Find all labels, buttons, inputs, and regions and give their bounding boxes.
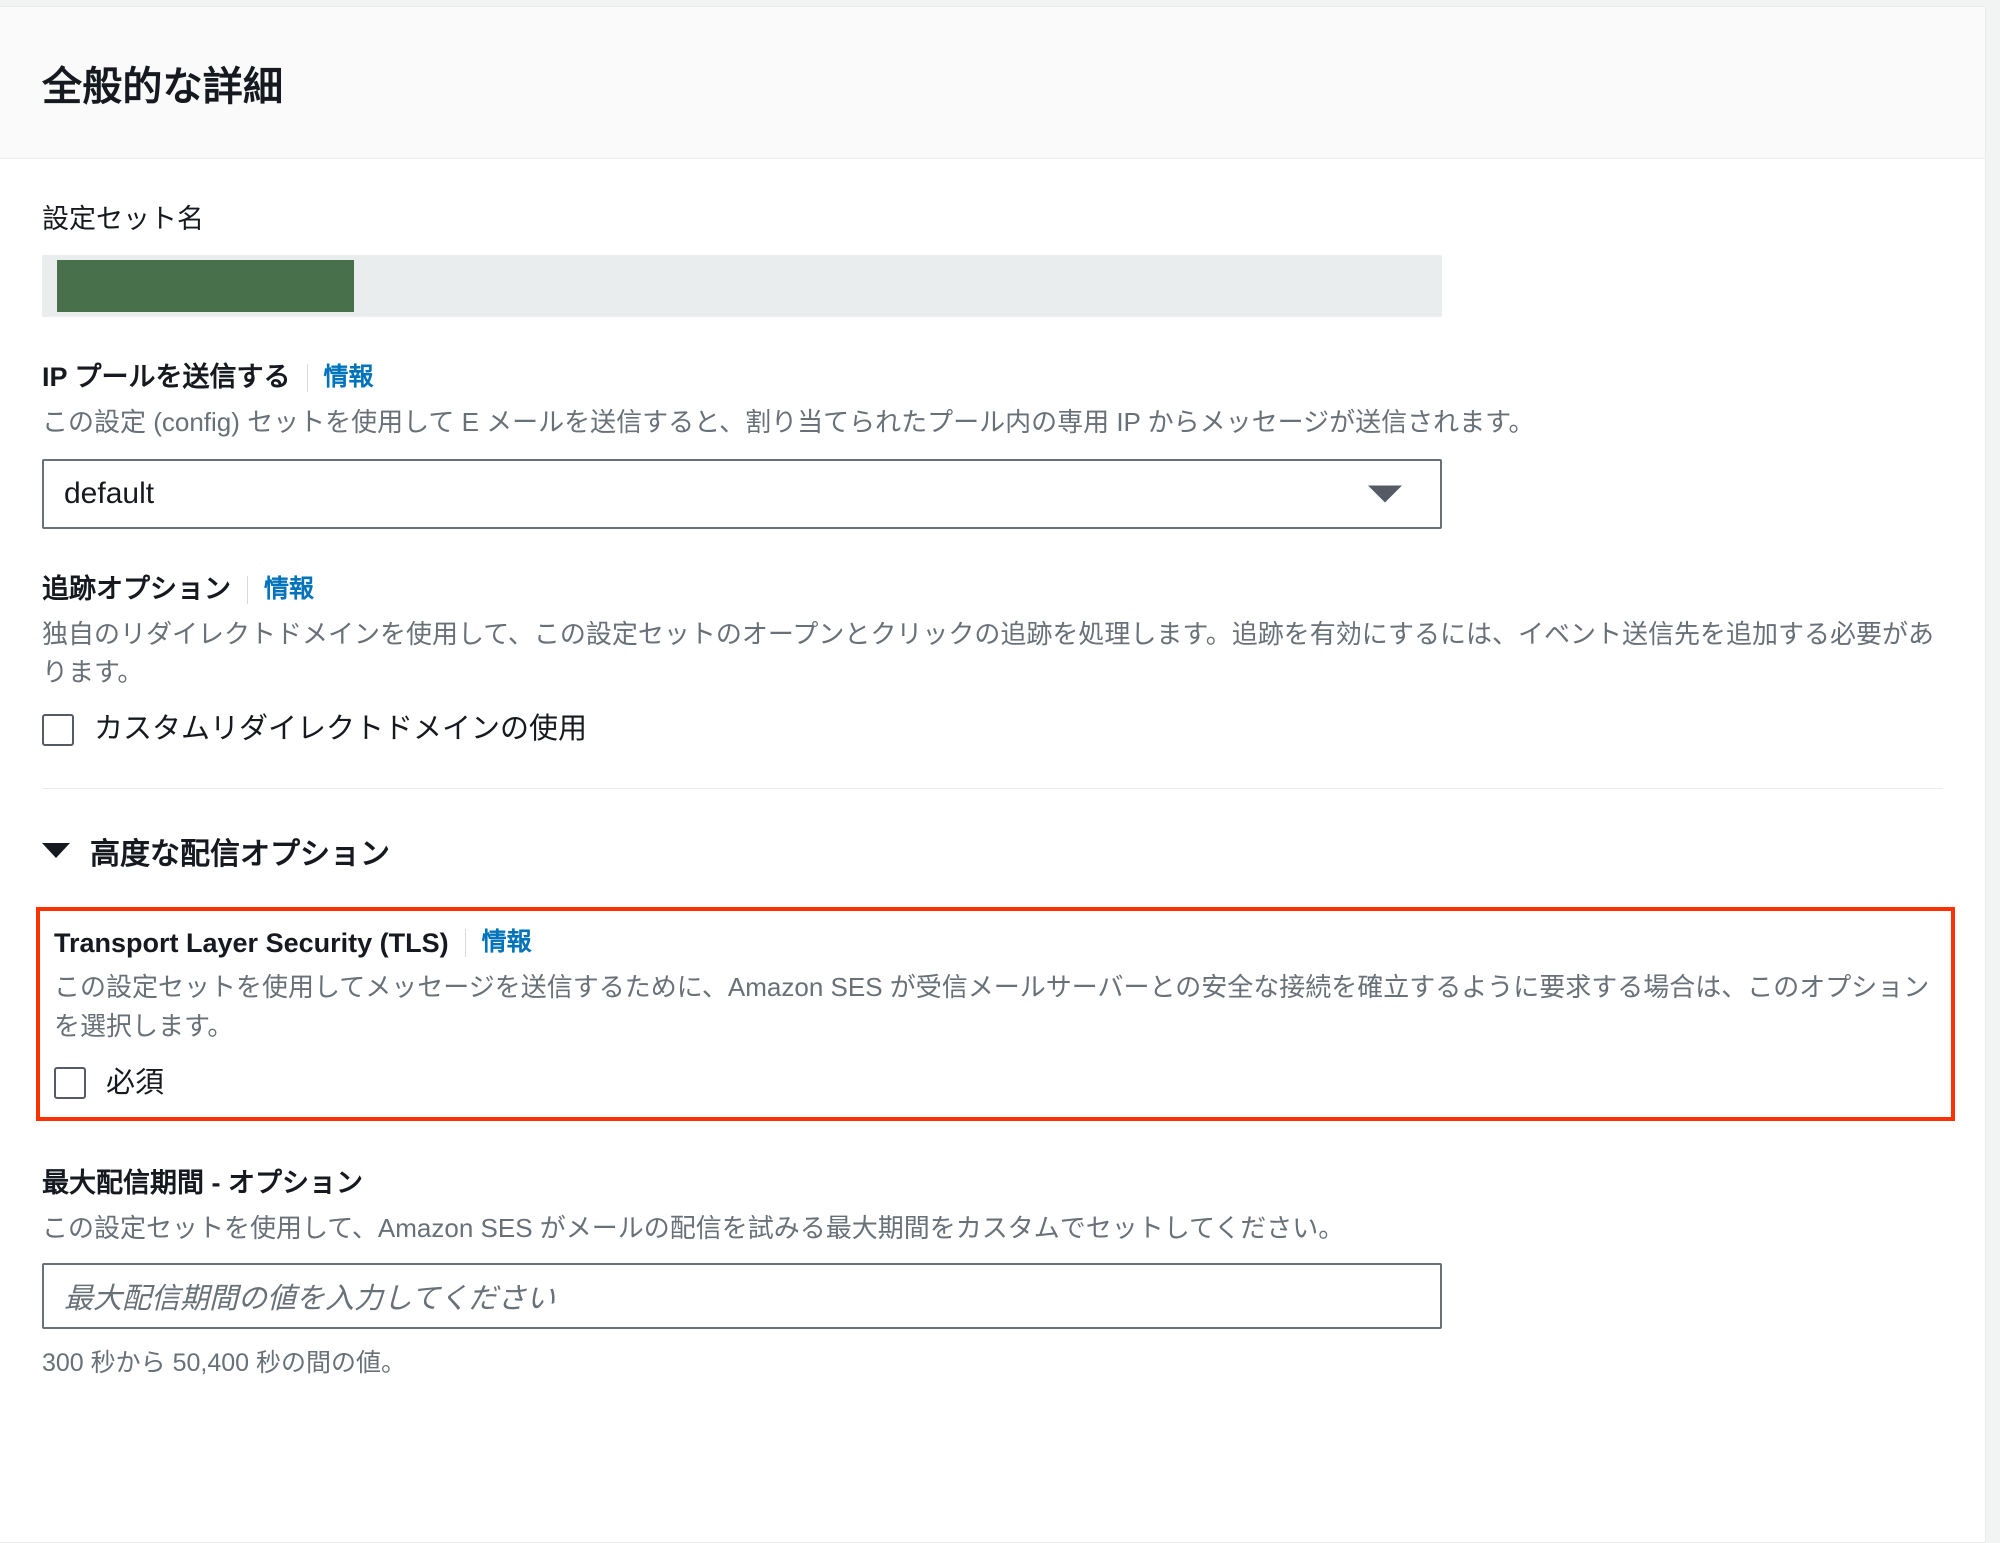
advanced-delivery-title: 高度な配信オプション xyxy=(90,837,390,871)
card-body: 設定セット名 IP プールを送信する 情報 この設定 (config) セットを… xyxy=(0,159,1985,1379)
card-header: 全般的な詳細 xyxy=(0,7,1985,159)
page-root: 全般的な詳細 設定セット名 IP プールを送信する 情報 この設定 (confi… xyxy=(0,0,2000,1543)
tls-highlight-box: Transport Layer Security (TLS) 情報 この設定セッ… xyxy=(36,906,1955,1122)
checkbox-icon[interactable] xyxy=(42,713,74,746)
custom-redirect-domain-label: カスタムリダイレクトドメインの使用 xyxy=(94,713,588,746)
sending-ip-pool-select[interactable]: default xyxy=(42,459,1442,530)
tls-label-row: Transport Layer Security (TLS) 情報 xyxy=(54,925,1937,961)
tracking-options-description: 独自のリダイレクトドメインを使用して、この設定セットのオープンとクリックの追跡を… xyxy=(42,618,1935,688)
label-divider xyxy=(306,363,308,392)
checkbox-icon[interactable] xyxy=(54,1067,86,1100)
tls-required-label: 必須 xyxy=(106,1066,165,1099)
tracking-options-info-link[interactable]: 情報 xyxy=(264,573,314,607)
tls-label: Transport Layer Security (TLS) xyxy=(54,927,449,958)
config-set-name-label: 設定セット名 xyxy=(42,204,204,234)
tls-required-checkbox-row[interactable]: 必須 xyxy=(54,1066,1937,1100)
sending-ip-pool-description: この設定 (config) セットを使用して E メールを送信すると、割り当てら… xyxy=(42,406,1535,437)
field-tracking-options: 追跡オプション 情報 独自のリダイレクトドメインを使用して、この設定セットのオー… xyxy=(42,529,1943,746)
page-title: 全般的な詳細 xyxy=(42,64,284,109)
sending-ip-pool-info-link[interactable]: 情報 xyxy=(324,361,374,395)
field-max-delivery: 最大配信期間 - オプション この設定セットを使用して、Amazon SES が… xyxy=(42,1121,1943,1379)
sending-ip-pool-label: IP プールを送信する xyxy=(42,362,291,393)
max-delivery-input[interactable]: 最大配信期間の値を入力してください xyxy=(42,1263,1442,1329)
caret-down-icon xyxy=(42,843,70,859)
chevron-down-icon xyxy=(1368,485,1402,503)
general-details-card: 全般的な詳細 設定セット名 IP プールを送信する 情報 この設定 (confi… xyxy=(0,6,1986,1543)
advanced-delivery-expander[interactable]: 高度な配信オプション xyxy=(42,789,1943,873)
custom-redirect-domain-checkbox-row[interactable]: カスタムリダイレクトドメインの使用 xyxy=(42,713,1943,746)
redaction-block xyxy=(57,260,354,313)
config-set-name-input xyxy=(42,255,1442,318)
label-divider xyxy=(247,575,248,604)
max-delivery-description: この設定セットを使用して、Amazon SES がメールの配信を試みる最大期間を… xyxy=(42,1212,1345,1243)
field-config-set-name: 設定セット名 xyxy=(42,159,1943,318)
tls-description: この設定セットを使用してメッセージを送信するために、Amazon SES が受信… xyxy=(54,972,1930,1041)
field-sending-ip-pool: IP プールを送信する 情報 この設定 (config) セットを使用して E … xyxy=(42,317,1943,530)
sending-ip-pool-label-row: IP プールを送信する 情報 xyxy=(42,359,1943,395)
tracking-options-label: 追跡オプション xyxy=(42,574,231,605)
max-delivery-constraint: 300 秒から 50,400 秒の間の値。 xyxy=(42,1349,407,1377)
label-divider xyxy=(464,928,466,957)
tls-info-link[interactable]: 情報 xyxy=(482,926,532,960)
max-delivery-label-row: 最大配信期間 - オプション xyxy=(42,1165,1943,1201)
max-delivery-label: 最大配信期間 - オプション xyxy=(42,1168,363,1199)
max-delivery-placeholder: 最大配信期間の値を入力してください xyxy=(64,1283,556,1315)
tracking-options-label-row: 追跡オプション 情報 xyxy=(42,571,1943,607)
sending-ip-pool-selected-value: default xyxy=(64,477,155,511)
